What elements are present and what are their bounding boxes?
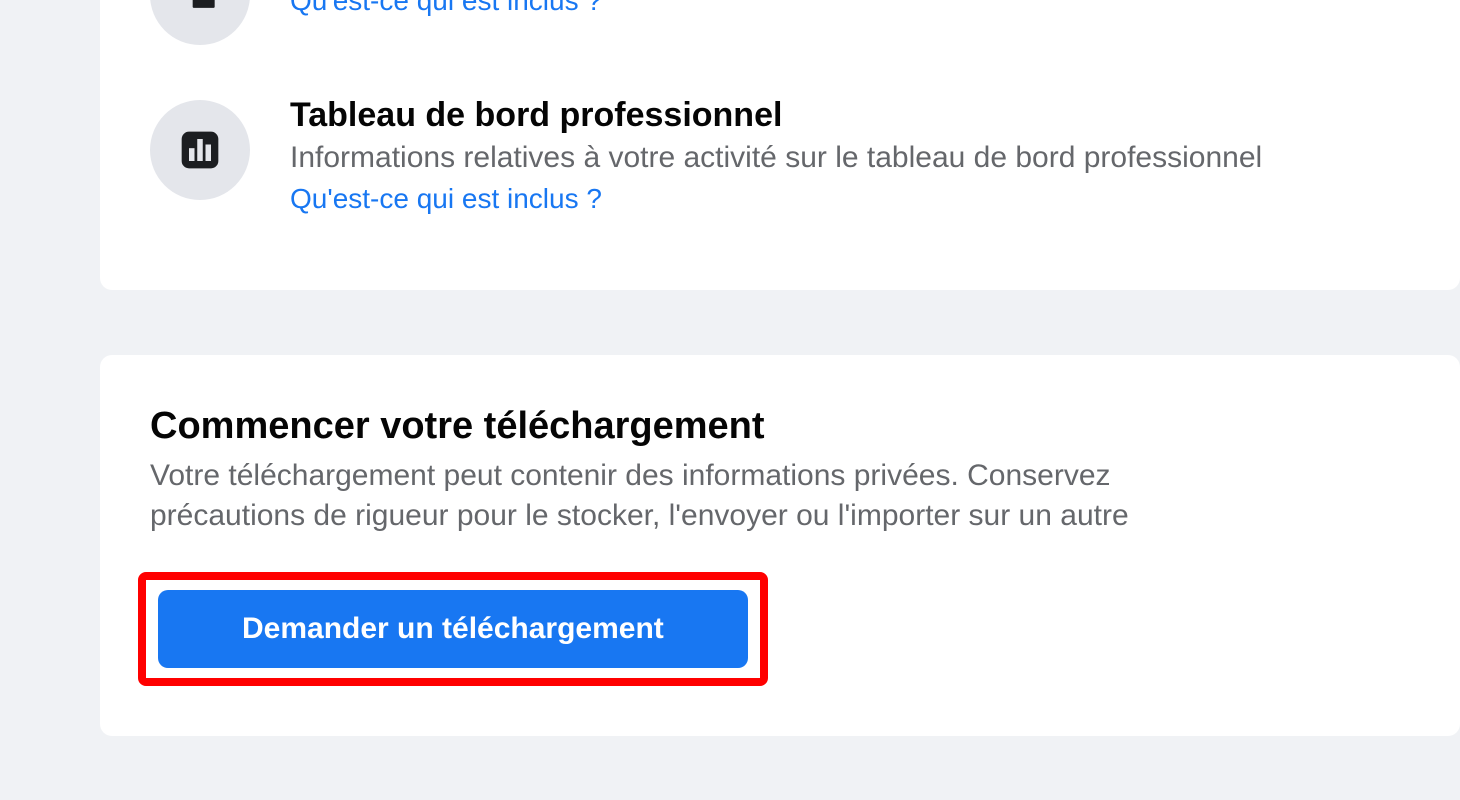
list-item-bonus: Informations sur les opportunités de bon… xyxy=(100,0,1460,45)
item-title: Tableau de bord professionnel xyxy=(290,95,1410,136)
download-description: Votre téléchargement peut contenir des i… xyxy=(150,456,1410,537)
item-content: Tableau de bord professionnel Informatio… xyxy=(290,95,1410,215)
download-title: Commencer votre téléchargement xyxy=(150,405,1410,448)
bar-chart-icon xyxy=(178,128,222,172)
whats-included-link[interactable]: Qu'est-ce qui est inclus ? xyxy=(290,0,602,16)
list-item-dashboard: Tableau de bord professionnel Informatio… xyxy=(100,95,1460,215)
layers-icon xyxy=(178,0,222,17)
download-card: Commencer votre téléchargement Votre tél… xyxy=(100,355,1460,736)
highlight-annotation: Demander un téléchargement xyxy=(138,572,768,686)
item-content: Informations sur les opportunités de bon… xyxy=(290,0,1410,17)
whats-included-link[interactable]: Qu'est-ce qui est inclus ? xyxy=(290,183,602,214)
item-description: Informations relatives à votre activité … xyxy=(290,138,1410,177)
options-card: Informations sur les opportunités de bon… xyxy=(100,0,1460,290)
request-download-button[interactable]: Demander un téléchargement xyxy=(158,590,748,668)
dashboard-icon-circle xyxy=(150,100,250,200)
bonus-icon-circle xyxy=(150,0,250,45)
